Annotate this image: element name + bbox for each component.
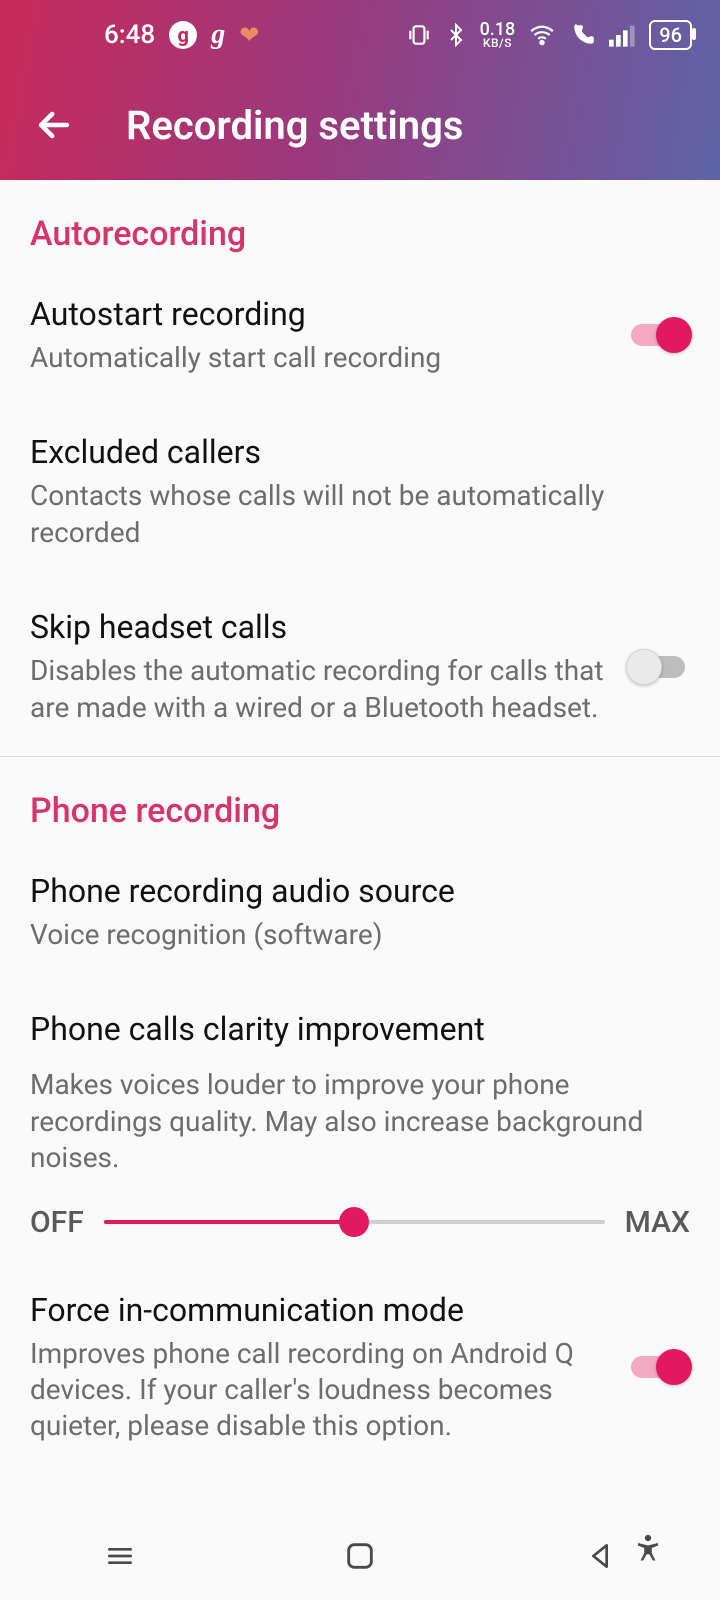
signal-icon [609,23,637,47]
app-bar: Recording settings [0,70,720,180]
vibrate-icon [406,22,432,48]
autostart-toggle[interactable] [626,317,690,353]
section-header-phone-recording: Phone recording [0,757,720,843]
force-mode-toggle[interactable] [626,1349,690,1385]
battery-indicator: 96 [649,20,692,50]
bluetooth-icon [444,22,468,48]
app-indicator-g-circle-icon: g [169,21,197,49]
setting-subtitle: Automatically start call recording [30,340,606,376]
slider-max-label: MAX [625,1205,690,1240]
status-time: 6:48 [104,20,155,50]
settings-content: Autorecording Autostart recording Automa… [0,180,720,1512]
setting-subtitle: Makes voices louder to improve your phon… [30,1067,670,1176]
setting-force-in-communication[interactable]: Force in-communication mode Improves pho… [0,1250,720,1455]
setting-subtitle: Voice recognition (software) [30,917,670,953]
setting-subtitle: Disables the automatic recording for cal… [30,653,606,726]
setting-skip-headset[interactable]: Skip headset calls Disables the automati… [0,561,720,736]
page-title: Recording settings [126,102,463,149]
setting-title: Excluded callers [30,432,670,472]
status-bar: 6:48 g g ❤ 0.18 KB/S [0,0,720,180]
wifi-calling-icon [569,22,597,48]
heart-rate-icon: ❤ [239,21,259,49]
setting-subtitle: Improves phone call recording on Android… [30,1336,606,1445]
skip-headset-toggle[interactable] [626,649,690,685]
setting-title: Autostart recording [30,294,606,334]
back-button[interactable] [18,89,90,161]
setting-title: Force in-communication mode [30,1290,606,1330]
home-button[interactable] [330,1526,390,1586]
setting-autostart-recording[interactable]: Autostart recording Automatically start … [0,266,720,386]
slider-min-label: OFF [30,1205,84,1240]
recents-button[interactable] [90,1526,150,1586]
wifi-icon [527,22,557,48]
clarity-slider-row: OFF MAX [0,1205,720,1250]
setting-subtitle: Contacts whose calls will not be automat… [30,478,670,551]
clarity-slider[interactable] [104,1207,605,1237]
setting-audio-source[interactable]: Phone recording audio source Voice recog… [0,843,720,963]
setting-title: Skip headset calls [30,607,606,647]
app-indicator-g-italic-icon: g [211,19,225,51]
accessibility-icon[interactable] [618,1518,678,1578]
setting-title: Phone recording audio source [30,871,670,911]
system-nav-bar [0,1512,720,1600]
setting-title: Phone calls clarity improvement [30,1009,670,1049]
network-speed: 0.18 KB/S [480,22,516,49]
section-header-autorecording: Autorecording [0,180,720,266]
setting-excluded-callers[interactable]: Excluded callers Contacts whose calls wi… [0,386,720,561]
setting-clarity-improvement[interactable]: Phone calls clarity improvement Makes vo… [0,963,720,1186]
